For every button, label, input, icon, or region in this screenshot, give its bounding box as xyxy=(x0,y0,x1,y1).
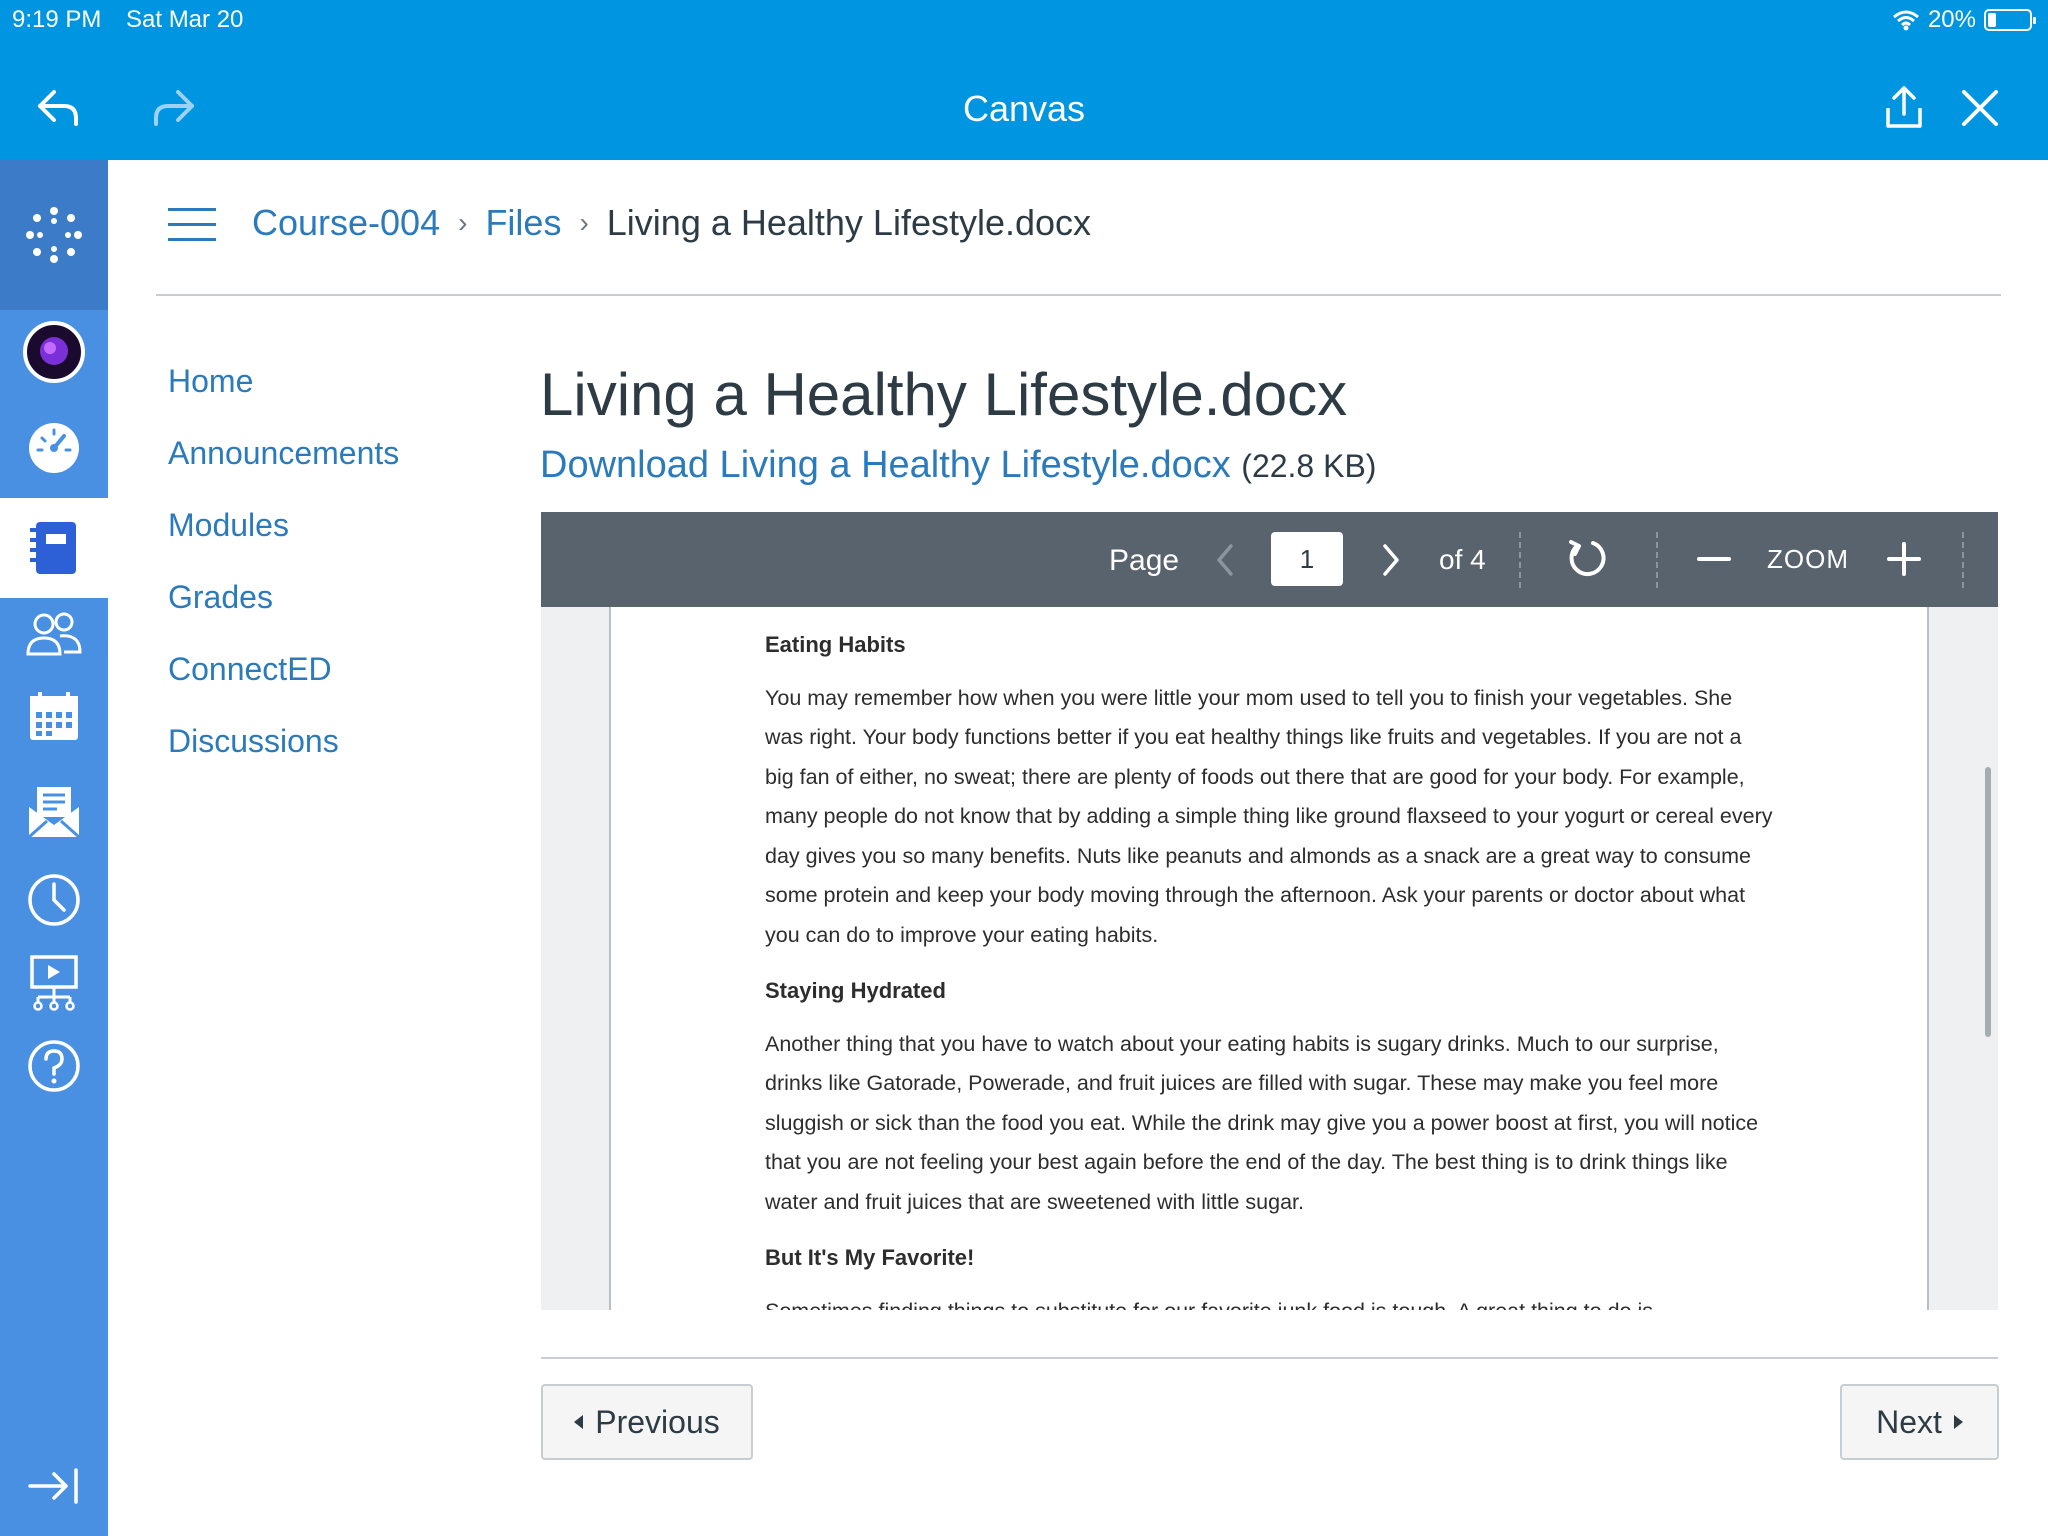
canvas-logo-icon[interactable] xyxy=(0,160,108,310)
course-nav-grades[interactable]: Grades xyxy=(168,574,399,646)
calendar-icon[interactable] xyxy=(0,676,108,756)
section-heading: But It's My Favorite! xyxy=(765,1245,975,1270)
battery-percent: 20% xyxy=(1927,6,1976,33)
chevron-right-icon[interactable] xyxy=(1371,538,1411,582)
toolbar-divider xyxy=(1962,532,1964,588)
zoom-label: ZOOM xyxy=(1767,544,1849,574)
status-right: 20% xyxy=(1892,6,2036,34)
breadcrumb-current: Living a Healthy Lifestyle.docx xyxy=(606,202,1092,243)
groups-icon[interactable] xyxy=(0,594,108,674)
next-button[interactable]: Next xyxy=(1840,1384,1999,1460)
next-label: Next xyxy=(1876,1403,1942,1440)
breadcrumb-separator-icon: › xyxy=(458,207,468,238)
viewer-toolbar: Page 1 of 4 ZOOM xyxy=(541,512,1998,607)
breadcrumb-separator-icon: › xyxy=(579,207,589,238)
download-link[interactable]: Download Living a Healthy Lifestyle.docx xyxy=(540,444,1231,486)
file-size: (22.8 KB) xyxy=(1241,448,1377,484)
course-nav-modules[interactable]: Modules xyxy=(168,502,399,574)
page-number-input[interactable]: 1 xyxy=(1271,532,1343,586)
course-nav-announcements[interactable]: Announcements xyxy=(168,430,399,502)
page-label: Page xyxy=(1109,544,1180,577)
hamburger-menu-icon[interactable] xyxy=(168,208,216,242)
status-bar: 9:19 PM Sat Mar 20 20% xyxy=(0,0,2048,40)
status-time: 9:19 PM xyxy=(12,6,102,33)
breadcrumb-files[interactable]: Files xyxy=(485,202,561,244)
battery-icon xyxy=(1984,9,2036,31)
global-nav xyxy=(0,160,108,1536)
rotate-icon[interactable] xyxy=(1563,534,1613,584)
zoom-out-icon[interactable] xyxy=(1691,536,1737,582)
caret-left-icon xyxy=(574,1415,584,1429)
help-icon[interactable] xyxy=(0,1026,108,1106)
content-divider xyxy=(541,1357,1998,1359)
previous-label: Previous xyxy=(595,1403,720,1440)
caret-right-icon xyxy=(1953,1415,1963,1429)
section-body: You may remember how when you were littl… xyxy=(765,685,1773,947)
breadcrumb-course[interactable]: Course-004 xyxy=(252,202,440,244)
inbox-icon[interactable] xyxy=(0,772,108,852)
account-avatar[interactable] xyxy=(0,312,108,392)
history-icon[interactable] xyxy=(0,860,108,940)
page-title: Living a Healthy Lifestyle.docx xyxy=(540,361,1348,428)
document-viewer: Page 1 of 4 ZOOM Eating Habits You may r… xyxy=(541,512,1998,1310)
studio-icon[interactable] xyxy=(0,942,108,1022)
previous-button[interactable]: Previous xyxy=(541,1384,753,1460)
section-body: Another thing that you have to watch abo… xyxy=(765,1031,1759,1214)
zoom-in-icon[interactable] xyxy=(1879,534,1929,584)
status-date: Sat Mar 20 xyxy=(126,6,244,33)
course-nav-home[interactable]: Home xyxy=(168,358,399,430)
course-nav: Home Announcements Modules Grades Connec… xyxy=(168,358,399,790)
breadcrumb: Course-004 › Files › Living a Healthy Li… xyxy=(252,202,1091,244)
breadcrumb-header: Course-004 › Files › Living a Healthy Li… xyxy=(156,180,2001,296)
toolbar-divider xyxy=(1656,532,1658,588)
section-heading: Eating Habits xyxy=(765,632,906,657)
courses-icon[interactable] xyxy=(0,498,108,598)
chevron-left-icon[interactable] xyxy=(1205,538,1245,582)
share-icon[interactable] xyxy=(1874,78,1934,138)
course-nav-connected[interactable]: ConnectED xyxy=(168,646,399,718)
collapse-nav-icon[interactable] xyxy=(0,1446,108,1526)
close-icon[interactable] xyxy=(1950,78,2010,138)
page-total: of 4 xyxy=(1439,544,1486,575)
section-body: Sometimes finding things to substitute f… xyxy=(765,1292,1775,1311)
battery-fill xyxy=(1988,13,1996,27)
course-nav-discussions[interactable]: Discussions xyxy=(168,718,399,790)
document-text: Eating Habits You may remember how when … xyxy=(765,625,1775,1310)
dashboard-icon[interactable] xyxy=(0,408,108,488)
section-heading: Staying Hydrated xyxy=(765,978,946,1003)
app-title: Canvas xyxy=(962,88,1086,129)
download-row: Download Living a Healthy Lifestyle.docx… xyxy=(540,444,2000,500)
top-nav: Canvas xyxy=(0,40,2048,160)
main-content: Living a Healthy Lifestyle.docx Download… xyxy=(540,360,2000,500)
wifi-icon xyxy=(1892,10,1919,31)
viewer-scrollbar[interactable] xyxy=(1985,767,1991,1037)
document-page[interactable]: Eating Habits You may remember how when … xyxy=(609,607,1929,1310)
toolbar-divider xyxy=(1519,532,1521,588)
